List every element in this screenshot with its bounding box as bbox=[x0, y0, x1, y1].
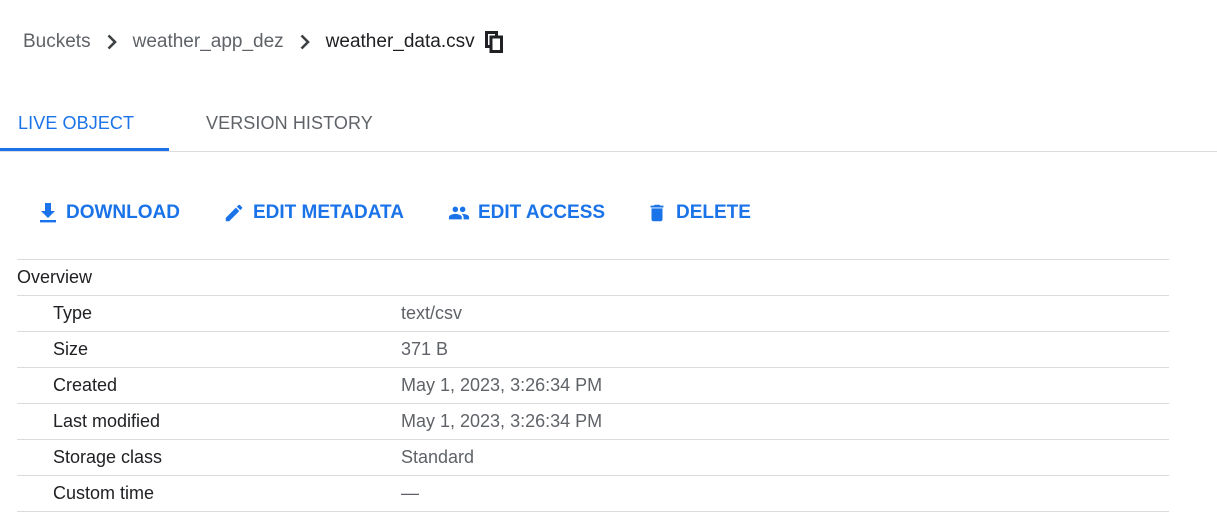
row-value: text/csv bbox=[401, 303, 463, 323]
row-label: Custom time bbox=[53, 483, 155, 503]
edit-access-label: EDIT ACCESS bbox=[478, 202, 606, 223]
row-value: — bbox=[401, 483, 419, 503]
delete-label: DELETE bbox=[676, 202, 751, 223]
download-icon bbox=[38, 202, 58, 224]
tab-label: LIVE OBJECT bbox=[18, 113, 135, 133]
object-details-page: Buckets weather_app_dez weather_data.csv… bbox=[0, 0, 1217, 521]
row-label: Last modified bbox=[53, 411, 161, 431]
breadcrumb-bucket-link[interactable]: weather_app_dez bbox=[133, 31, 284, 53]
table-row: Created May 1, 2023, 3:26:34 PM bbox=[17, 368, 1169, 404]
row-label: Size bbox=[53, 339, 89, 359]
row-label: Storage class bbox=[53, 447, 163, 467]
table-row: Last modified May 1, 2023, 3:26:34 PM bbox=[17, 404, 1169, 440]
table-row: Storage class Standard bbox=[17, 440, 1169, 476]
overview-section-header: Overview bbox=[17, 260, 1169, 296]
download-button[interactable]: DOWNLOAD bbox=[38, 199, 180, 227]
tab-label: VERSION HISTORY bbox=[206, 113, 373, 133]
breadcrumb-buckets-link[interactable]: Buckets bbox=[23, 31, 91, 53]
row-value: Standard bbox=[401, 447, 475, 467]
people-icon bbox=[448, 202, 470, 224]
row-value: May 1, 2023, 3:26:34 PM bbox=[401, 411, 603, 431]
edit-metadata-label: EDIT METADATA bbox=[253, 202, 404, 223]
breadcrumb-current-object: weather_data.csv bbox=[325, 31, 475, 52]
copy-icon[interactable] bbox=[484, 31, 503, 53]
row-value: May 1, 2023, 3:26:34 PM bbox=[401, 375, 603, 395]
tab-live-object[interactable]: LIVE OBJECT bbox=[0, 100, 169, 151]
chevron-right-icon bbox=[284, 34, 326, 50]
overview-table: Overview Type text/csv Size 371 B Create… bbox=[17, 259, 1169, 512]
overview-title: Overview bbox=[17, 267, 93, 287]
edit-access-button[interactable]: EDIT ACCESS bbox=[448, 199, 605, 227]
breadcrumb: Buckets weather_app_dez weather_data.csv bbox=[23, 29, 503, 55]
delete-button[interactable]: DELETE bbox=[646, 199, 751, 227]
tab-bar: LIVE OBJECT VERSION HISTORY bbox=[0, 100, 1217, 152]
row-value: 371 B bbox=[401, 339, 449, 359]
table-row: Custom time — bbox=[17, 476, 1169, 512]
row-label: Created bbox=[53, 375, 118, 395]
download-label: DOWNLOAD bbox=[66, 202, 180, 223]
table-row: Type text/csv bbox=[17, 296, 1169, 332]
table-row: Size 371 B bbox=[17, 332, 1169, 368]
chevron-right-icon bbox=[91, 34, 133, 50]
tab-version-history[interactable]: VERSION HISTORY bbox=[206, 100, 373, 148]
edit-metadata-button[interactable]: EDIT METADATA bbox=[223, 199, 404, 227]
row-label: Type bbox=[53, 303, 93, 323]
trash-icon bbox=[646, 201, 668, 225]
pencil-icon bbox=[223, 202, 245, 224]
